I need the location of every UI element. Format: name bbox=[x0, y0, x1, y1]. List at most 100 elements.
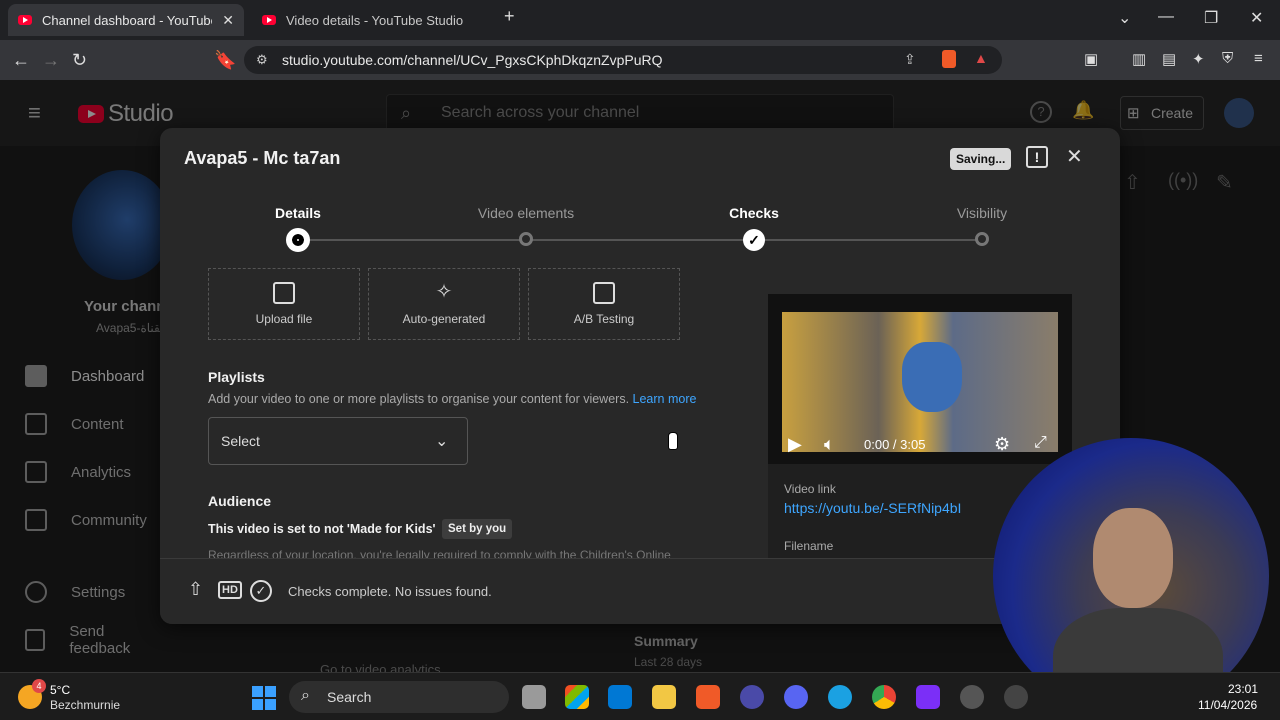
volume-icon[interactable]: 🔈︎ bbox=[824, 434, 835, 455]
close-tab-icon[interactable]: ✕ bbox=[222, 12, 234, 29]
reader-icon[interactable]: ▣ bbox=[1084, 50, 1098, 68]
thumbnail-option-label: Upload file bbox=[255, 312, 313, 326]
set-by-you-badge: Set by you bbox=[442, 519, 513, 539]
step-video-elements-dot[interactable] bbox=[519, 232, 533, 246]
clock-date: 11/04/2026 bbox=[1198, 698, 1258, 712]
step-visibility-label[interactable]: Visibility bbox=[957, 205, 1007, 221]
modal-footer: ⇧ HD ✓ Checks complete. No issues found. bbox=[160, 558, 1120, 624]
obs-icon[interactable] bbox=[740, 685, 764, 709]
video-thumbnail-image bbox=[782, 312, 1058, 452]
taskbar-search-input[interactable]: ⌕ Search bbox=[289, 681, 509, 713]
webcam-person-head bbox=[1093, 508, 1173, 608]
tab-search-chevron-icon[interactable]: ⌄ bbox=[1118, 8, 1131, 28]
wallet-icon[interactable]: ▤ bbox=[1162, 50, 1176, 68]
thumbnail-upload-file[interactable]: Upload file bbox=[208, 268, 360, 340]
weather-temp: 5°C bbox=[50, 683, 71, 697]
restore-icon[interactable]: ❐ bbox=[1204, 8, 1218, 28]
chevron-down-icon: ⌄ bbox=[435, 433, 449, 450]
leo-ai-icon[interactable]: ✦ bbox=[1192, 50, 1205, 68]
address-bar[interactable]: ⚙ studio.youtube.com/channel/UCv_PgxsCKp… bbox=[244, 46, 1002, 74]
taskbar-search-label: Search bbox=[327, 689, 372, 705]
youtube-favicon-icon bbox=[262, 15, 276, 25]
playlists-description: Add your video to one or more playlists … bbox=[208, 392, 697, 406]
chrome-icon[interactable] bbox=[872, 685, 896, 709]
menu-icon[interactable]: ≡ bbox=[1254, 50, 1263, 67]
thumbnail-ab-testing[interactable]: A/B Testing bbox=[528, 268, 680, 340]
minimize-icon[interactable]: — bbox=[1158, 8, 1174, 26]
app-icon[interactable] bbox=[960, 685, 984, 709]
video-details-modal: Avapa5 - Mc ta7an Saving... ! ✕ Details … bbox=[160, 128, 1120, 624]
search-icon: ⌕ bbox=[301, 687, 310, 704]
tab-title: Video details - YouTube Studio bbox=[286, 12, 464, 28]
bitwarden-icon[interactable] bbox=[916, 685, 940, 709]
microsoft-store-icon[interactable] bbox=[608, 685, 632, 709]
close-modal-icon[interactable]: ✕ bbox=[1066, 144, 1083, 169]
close-window-icon[interactable]: ✕ bbox=[1250, 8, 1263, 28]
browser-tab-bar: Channel dashboard - YouTube St ✕ Video d… bbox=[0, 0, 1280, 40]
share-icon[interactable]: ⇪ bbox=[904, 51, 916, 68]
filename-label: Filename bbox=[784, 539, 834, 553]
media-player-icon[interactable] bbox=[1004, 685, 1028, 709]
playlists-title: Playlists bbox=[208, 369, 265, 385]
saving-badge: Saving... bbox=[950, 148, 1012, 170]
windows-taskbar: 4 5°C Bezchmurnie ⌕ Search 23:01 11/04/2… bbox=[0, 672, 1280, 720]
new-tab-icon[interactable]: + bbox=[504, 6, 515, 27]
ab-test-icon bbox=[593, 282, 615, 304]
sidebar-icon[interactable]: ▥ bbox=[1132, 50, 1146, 68]
task-view-icon[interactable] bbox=[522, 685, 546, 709]
widgets-icon[interactable] bbox=[565, 685, 589, 709]
mouse-cursor bbox=[668, 432, 678, 450]
sparkle-icon: ✧ bbox=[435, 281, 453, 303]
back-icon[interactable]: ← bbox=[12, 50, 30, 71]
bookmark-icon[interactable]: 🔖 bbox=[214, 50, 236, 71]
playlist-select-dropdown[interactable]: Select ⌄ bbox=[208, 417, 468, 465]
url-text: studio.youtube.com/channel/UCv_PgxsCKphD… bbox=[282, 52, 663, 68]
site-info-icon[interactable]: ⚙ bbox=[256, 52, 268, 68]
windows-start-icon[interactable] bbox=[252, 686, 276, 710]
youtube-favicon-icon bbox=[18, 15, 32, 25]
tab-video-details[interactable]: Video details - YouTube Studio bbox=[252, 4, 492, 36]
weather-condition: Bezchmurnie bbox=[50, 698, 121, 712]
brave-rewards-icon[interactable]: ▲ bbox=[974, 50, 988, 66]
brave-browser-icon[interactable] bbox=[696, 685, 720, 709]
upload-status-icon: ⇧ bbox=[188, 579, 204, 599]
step-video-elements-label[interactable]: Video elements bbox=[478, 205, 574, 221]
brave-shields-icon[interactable] bbox=[942, 50, 956, 68]
thumbnail-option-label: Auto-generated bbox=[402, 312, 486, 326]
stepper-track bbox=[754, 239, 982, 241]
video-preview-player[interactable]: ▶ 🔈︎ 0:00 / 3:05 ⚙ ⤢ bbox=[768, 294, 1072, 464]
reload-icon[interactable]: ↻ bbox=[72, 50, 87, 71]
modal-title: Avapa5 - Mc ta7an bbox=[184, 148, 341, 168]
fullscreen-icon[interactable]: ⤢ bbox=[1034, 434, 1047, 452]
thumbnail-auto-generated[interactable]: ✧ Auto-generated bbox=[368, 268, 520, 340]
tab-title: Channel dashboard - YouTube St bbox=[42, 12, 212, 28]
edge-icon[interactable] bbox=[828, 685, 852, 709]
video-link-label: Video link bbox=[784, 482, 836, 496]
video-character bbox=[902, 342, 962, 412]
step-checks-label[interactable]: Checks bbox=[729, 205, 779, 221]
learn-more-link[interactable]: Learn more bbox=[633, 392, 697, 406]
step-details-dot[interactable] bbox=[286, 228, 310, 252]
tab-channel-dashboard[interactable]: Channel dashboard - YouTube St ✕ bbox=[8, 4, 244, 36]
clock-time: 23:01 bbox=[1228, 682, 1259, 696]
feedback-alert-icon[interactable]: ! bbox=[1026, 146, 1048, 168]
discord-icon[interactable] bbox=[784, 685, 808, 709]
play-icon[interactable]: ▶ bbox=[788, 434, 802, 455]
video-settings-gear-icon[interactable]: ⚙ bbox=[994, 434, 1010, 455]
hd-icon: HD bbox=[218, 581, 242, 599]
vpn-shield-icon[interactable]: ⛨ bbox=[1222, 50, 1233, 67]
checks-complete-icon: ✓ bbox=[250, 580, 272, 602]
weather-badge: 4 bbox=[32, 679, 46, 693]
forward-icon[interactable]: → bbox=[42, 50, 60, 71]
add-photo-icon bbox=[273, 282, 295, 304]
step-details-label[interactable]: Details bbox=[275, 205, 321, 221]
audience-status: This video is set to not 'Made for Kids' bbox=[208, 522, 436, 536]
step-checks-check-icon[interactable]: ✓ bbox=[743, 229, 765, 251]
file-explorer-icon[interactable] bbox=[652, 685, 676, 709]
playlist-select-value: Select bbox=[221, 433, 260, 449]
video-time: 0:00 / 3:05 bbox=[864, 437, 926, 452]
video-link[interactable]: https://youtu.be/-SERfNip4bI bbox=[784, 500, 961, 516]
audience-title: Audience bbox=[208, 493, 272, 509]
step-visibility-dot[interactable] bbox=[975, 232, 989, 246]
checks-status-text: Checks complete. No issues found. bbox=[288, 584, 492, 599]
